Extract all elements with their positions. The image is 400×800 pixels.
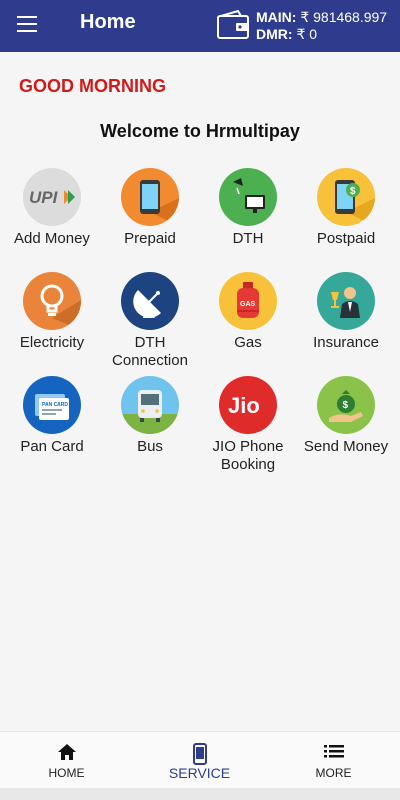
insurance-person-icon <box>317 272 375 330</box>
postpaid-phone-icon: $ <box>317 168 375 226</box>
satellite-dish-icon <box>121 272 179 330</box>
service-electricity[interactable]: Electricity <box>3 272 101 352</box>
service-dth-connection[interactable]: DTH Connection <box>101 272 199 370</box>
service-postpaid[interactable]: $ Postpaid <box>297 168 395 248</box>
svg-text:Jio: Jio <box>228 393 260 418</box>
nav-home-label: HOME <box>48 766 85 780</box>
service-dth[interactable]: DTH <box>199 168 297 248</box>
svg-text:UPI: UPI <box>29 188 59 207</box>
nav-service[interactable]: SERVICE <box>133 732 266 789</box>
service-label: Gas <box>234 334 262 351</box>
service-label: Bus <box>137 438 163 455</box>
service-pan-card[interactable]: PAN CARD Pan Card <box>3 376 101 456</box>
service-add-money[interactable]: UPI Add Money <box>3 168 101 248</box>
service-label: Add Money <box>14 230 90 247</box>
wallet-icon <box>217 9 249 39</box>
main-balance-label: MAIN: <box>256 9 297 25</box>
bus-icon <box>121 376 179 434</box>
mobile-service-icon <box>192 743 207 765</box>
page-title: Home <box>80 11 136 33</box>
service-send-money[interactable]: $ Send Money <box>297 376 395 456</box>
greeting-text: GOOD MORNING <box>19 76 166 96</box>
app-bar: Home MAIN: ₹ 981468.997 DMR: ₹ 0 <box>0 0 400 52</box>
welcome-heading: Welcome to Hrmultipay <box>100 121 300 141</box>
service-insurance[interactable]: Insurance <box>297 272 395 352</box>
service-label: Postpaid <box>316 230 376 247</box>
svg-text:PAN CARD: PAN CARD <box>42 402 68 408</box>
dth-tv-icon <box>219 168 277 226</box>
money-bag-icon: $ <box>317 376 375 434</box>
gas-cylinder-icon: GAS <box>219 272 277 330</box>
service-label: Pan Card <box>20 438 84 455</box>
mobile-phone-icon <box>121 168 179 226</box>
svg-text:$: $ <box>343 400 349 411</box>
svg-text:$: $ <box>350 186 356 197</box>
bulb-icon <box>23 272 81 330</box>
wallet-balances: MAIN: ₹ 981468.997 DMR: ₹ 0 <box>256 9 387 43</box>
pan-card-icon: PAN CARD <box>23 376 81 434</box>
home-icon <box>57 744 76 760</box>
nav-home[interactable]: HOME <box>0 732 133 789</box>
service-bus[interactable]: Bus <box>101 376 199 456</box>
service-jio-phone-booking[interactable]: Jio JIO Phone Booking <box>199 376 297 474</box>
svg-text:GAS: GAS <box>240 301 256 308</box>
service-label: Insurance <box>313 334 379 351</box>
service-label: JIO Phone Booking <box>212 438 284 473</box>
dmr-balance-label: DMR: <box>256 26 293 42</box>
service-prepaid[interactable]: Prepaid <box>101 168 199 248</box>
nav-more-label: MORE <box>315 766 352 780</box>
jio-icon: Jio <box>219 376 277 434</box>
nav-more[interactable]: MORE <box>267 732 400 789</box>
service-label: DTH Connection <box>112 334 188 369</box>
nav-service-label: SERVICE <box>168 765 231 781</box>
service-gas[interactable]: GAS Gas <box>199 272 297 352</box>
service-label: DTH <box>232 230 264 247</box>
hamburger-menu-icon[interactable] <box>17 16 37 32</box>
service-label: Send Money <box>303 438 389 455</box>
list-more-icon <box>323 745 344 758</box>
system-nav-bar <box>0 788 400 800</box>
dmr-balance-value: ₹ 0 <box>296 26 318 42</box>
main-balance-value: ₹ 981468.997 <box>300 9 388 25</box>
service-label: Electricity <box>19 334 85 351</box>
service-label: Prepaid <box>124 230 176 247</box>
bottom-navigation: HOME SERVICE MORE <box>0 731 400 788</box>
upi-icon: UPI <box>23 168 81 226</box>
